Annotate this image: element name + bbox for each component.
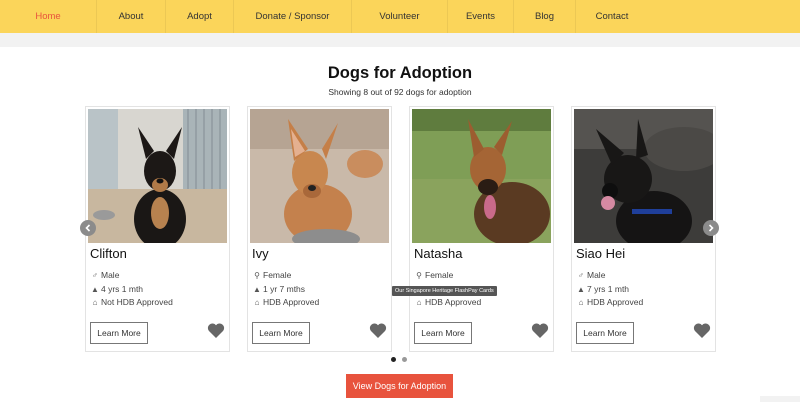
heart-icon[interactable] xyxy=(207,322,225,339)
dog-photo-natasha-image xyxy=(412,109,551,243)
dog-hdb-status: ⌂ Not HDB Approved xyxy=(90,297,173,307)
birthday-cake-icon: ▲ xyxy=(253,284,261,294)
dog-name[interactable]: Ivy xyxy=(252,246,269,261)
carousel-dot-2[interactable] xyxy=(402,357,407,362)
dog-card-natasha: Natasha ⚲Female ▲ ⌂HDB Approved Learn Mo… xyxy=(409,106,554,352)
dog-gender: ♂ Male xyxy=(92,270,120,280)
carousel-next-button[interactable] xyxy=(703,220,719,236)
birthday-cake-icon: ▲ xyxy=(577,284,585,294)
nav-adopt[interactable]: Adopt xyxy=(166,0,234,33)
dog-card-clifton: Clifton ♂ Male ▲ 4 yrs 1 mth ⌂ Not HDB Appr… xyxy=(85,106,230,352)
dog-photo-siao-hei[interactable] xyxy=(574,109,713,243)
heart-icon[interactable] xyxy=(531,322,549,339)
dog-card-siao-hei: Siao Hei ♂ Male ▲ 7 yrs 1 mth ⌂ HDB Approve… xyxy=(571,106,716,352)
male-icon: ♂ xyxy=(92,270,98,280)
dog-age: ▲ 7 yrs 1 mth xyxy=(577,284,630,294)
nav-about[interactable]: About xyxy=(97,0,166,33)
carousel-prev-button[interactable] xyxy=(80,220,96,236)
nav-blog[interactable]: Blog xyxy=(514,0,576,33)
view-dogs-for-adoption-button[interactable]: View Dogs for Adoption xyxy=(346,374,453,398)
home-icon: ⌂ xyxy=(578,297,584,307)
learn-more-button[interactable]: Learn More xyxy=(414,322,472,344)
dog-card-ivy: Ivy ⚲ Female ▲ 1 yr 7 mths ⌂ HDB Approved L… xyxy=(247,106,392,352)
female-icon: ⚲ xyxy=(416,270,422,280)
main-nav: Home About Adopt Donate / Sponsor Volunt… xyxy=(0,0,800,33)
home-icon: ⌂ xyxy=(416,297,422,307)
learn-more-button[interactable]: Learn More xyxy=(252,322,310,344)
nav-volunteer[interactable]: Volunteer xyxy=(352,0,448,33)
dog-photo-siao-hei-image xyxy=(574,109,713,243)
dog-name[interactable]: Siao Hei xyxy=(576,246,625,261)
dog-photo-ivy[interactable] xyxy=(250,109,389,243)
nav-events[interactable]: Events xyxy=(448,0,514,33)
dog-photo-clifton-image xyxy=(88,109,227,243)
dog-hdb-status: ⌂ HDB Approved xyxy=(252,297,320,307)
home-icon: ⌂ xyxy=(254,297,260,307)
dog-hdb-status: ⌂ HDB Approved xyxy=(576,297,644,307)
dog-gender: ⚲ Female xyxy=(252,270,291,280)
dog-age: ▲ 4 yrs 1 mth xyxy=(91,284,144,294)
dog-name[interactable]: Natasha xyxy=(414,246,462,261)
birthday-cake-icon: ▲ xyxy=(91,284,99,294)
home-icon: ⌂ xyxy=(92,297,98,307)
male-icon: ♂ xyxy=(578,270,584,280)
heart-icon[interactable] xyxy=(369,322,387,339)
heart-icon[interactable] xyxy=(693,322,711,339)
tooltip: Our Singapore Heritage FlashPay Cards xyxy=(392,286,497,296)
learn-more-button[interactable]: Learn More xyxy=(90,322,148,344)
female-icon: ⚲ xyxy=(254,270,260,280)
section-subtitle: Showing 8 out of 92 dogs for adoption xyxy=(328,87,472,97)
nav-home[interactable]: Home xyxy=(0,0,97,33)
dog-gender: ⚲ Female xyxy=(414,270,453,280)
nav-contact[interactable]: Contact xyxy=(576,0,648,33)
dog-gender: ♂ Male xyxy=(578,270,606,280)
dog-photo-clifton[interactable] xyxy=(88,109,227,243)
chevron-right-icon xyxy=(708,224,714,232)
section-title: Dogs for Adoption xyxy=(327,64,473,82)
chevron-left-icon xyxy=(85,224,91,232)
dog-hdb-status: ⌂ HDB Approved xyxy=(414,297,482,307)
nav-donate-sponsor[interactable]: Donate / Sponsor xyxy=(234,0,352,33)
dog-photo-natasha[interactable] xyxy=(412,109,551,243)
carousel-dot-1[interactable] xyxy=(391,357,396,362)
dog-name[interactable]: Clifton xyxy=(90,246,127,261)
dog-age: ▲ 1 yr 7 mths xyxy=(253,284,306,294)
learn-more-button[interactable]: Learn More xyxy=(576,322,634,344)
footer-strip xyxy=(760,396,800,402)
dog-photo-ivy-image xyxy=(250,109,389,243)
sub-bar xyxy=(0,33,800,47)
